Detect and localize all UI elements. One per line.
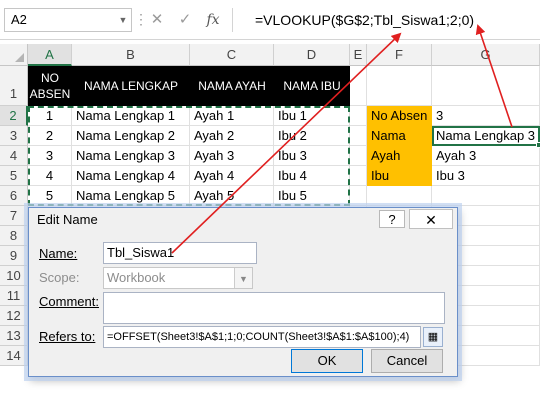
grid-cell[interactable] bbox=[350, 106, 367, 126]
grid-cell[interactable] bbox=[432, 66, 540, 106]
enter-entry-button[interactable]: ✓ bbox=[172, 9, 198, 31]
row-header-14[interactable]: 14 bbox=[0, 346, 28, 366]
grid-cell[interactable] bbox=[350, 66, 367, 106]
row-header-3[interactable]: 3 bbox=[0, 126, 28, 146]
row-header-4[interactable]: 4 bbox=[0, 146, 28, 166]
scope-label: Scope: bbox=[39, 270, 80, 285]
insert-function-button[interactable]: fx bbox=[200, 9, 226, 31]
chevron-down-icon: ▼ bbox=[234, 268, 252, 288]
row-header-7[interactable]: 7 bbox=[0, 206, 28, 226]
selected-cell-outline bbox=[432, 126, 540, 146]
column-header-f[interactable]: F bbox=[367, 44, 432, 66]
cancel-entry-button[interactable]: ✕ bbox=[144, 9, 170, 31]
grid-cell[interactable] bbox=[367, 66, 432, 106]
grid-cell[interactable] bbox=[432, 186, 540, 206]
header-absen-line: ABSEN bbox=[29, 87, 71, 101]
lookup-value[interactable]: Ayah 3 bbox=[432, 146, 540, 166]
name-field[interactable]: Tbl_Siswa1 bbox=[103, 242, 257, 264]
row-header-5[interactable]: 5 bbox=[0, 166, 28, 186]
row-header-2[interactable]: 2 bbox=[0, 106, 28, 126]
row-header-1[interactable]: 1 bbox=[0, 66, 28, 106]
grid-cell[interactable] bbox=[350, 126, 367, 146]
select-all-corner[interactable] bbox=[0, 44, 28, 66]
grid-cell[interactable] bbox=[350, 166, 367, 186]
row-header-8[interactable]: 8 bbox=[0, 226, 28, 246]
fill-handle[interactable] bbox=[536, 142, 540, 148]
copy-range-marquee bbox=[28, 106, 350, 206]
header-cell: NAMA IBU bbox=[274, 66, 350, 106]
lookup-value[interactable]: 3 bbox=[432, 106, 540, 126]
help-button[interactable]: ? bbox=[379, 210, 405, 228]
comment-label: Comment: bbox=[39, 294, 99, 309]
collapse-dialog-button[interactable]: ▦ bbox=[423, 327, 443, 347]
lookup-label: Nama bbox=[367, 126, 432, 146]
refers-to-field[interactable]: =OFFSET(Sheet3!$A$1;1;0;COUNT(Sheet3!$A$… bbox=[103, 326, 421, 348]
resize-handle-icon[interactable]: ⋮ bbox=[134, 8, 148, 32]
comment-field[interactable] bbox=[103, 292, 445, 324]
header-cell: NAMA LENGKAP bbox=[72, 66, 190, 106]
dialog-title: Edit Name bbox=[37, 212, 98, 227]
header-cell: NAMA AYAH bbox=[190, 66, 274, 106]
column-header-b[interactable]: B bbox=[72, 44, 190, 66]
row-header-13[interactable]: 13 bbox=[0, 326, 28, 346]
name-box-dropdown-icon[interactable]: ▼ bbox=[116, 8, 130, 32]
row-header-10[interactable]: 10 bbox=[0, 266, 28, 286]
column-header-a[interactable]: A bbox=[28, 44, 72, 66]
row-header-11[interactable]: 11 bbox=[0, 286, 28, 306]
grid-cell[interactable] bbox=[367, 186, 432, 206]
row-header-6[interactable]: 6 bbox=[0, 186, 28, 206]
cancel-button[interactable]: Cancel bbox=[371, 349, 443, 373]
lookup-label: Ibu bbox=[367, 166, 432, 186]
column-header-d[interactable]: D bbox=[274, 44, 350, 66]
name-box[interactable]: A2 bbox=[4, 8, 132, 32]
formula-input[interactable]: =VLOOKUP($G$2;Tbl_Siswa1;2;0) bbox=[232, 8, 540, 32]
header-no-line: NO bbox=[41, 71, 59, 85]
column-header-g[interactable]: G bbox=[432, 44, 540, 66]
formula-bar: A2 ▼ ⋮ ✕ ✓ fx =VLOOKUP($G$2;Tbl_Siswa1;2… bbox=[0, 0, 540, 40]
range-selector-icon: ▦ bbox=[427, 331, 439, 343]
close-button[interactable]: ✕ bbox=[409, 209, 453, 229]
grid-cell[interactable] bbox=[350, 186, 367, 206]
header-no-absen: NO ABSEN bbox=[28, 66, 72, 106]
select-all-icon bbox=[15, 53, 24, 62]
edit-name-dialog: Edit Name ? ✕ Name: Tbl_Siswa1 Scope: Wo… bbox=[28, 207, 458, 377]
scope-value: Workbook bbox=[107, 270, 166, 285]
grid-cell[interactable] bbox=[350, 146, 367, 166]
column-header-c[interactable]: C bbox=[190, 44, 274, 66]
name-label: Name: bbox=[39, 246, 78, 261]
scope-select: Workbook ▼ bbox=[103, 267, 253, 289]
lookup-label: Ayah bbox=[367, 146, 432, 166]
column-header-e[interactable]: E bbox=[350, 44, 367, 66]
ok-button[interactable]: OK bbox=[291, 349, 363, 373]
refers-to-label: Refers to: bbox=[39, 329, 96, 344]
lookup-value[interactable]: Ibu 3 bbox=[432, 166, 540, 186]
row-header-12[interactable]: 12 bbox=[0, 306, 28, 326]
row-header-9[interactable]: 9 bbox=[0, 246, 28, 266]
lookup-label: No Absen bbox=[367, 106, 432, 126]
